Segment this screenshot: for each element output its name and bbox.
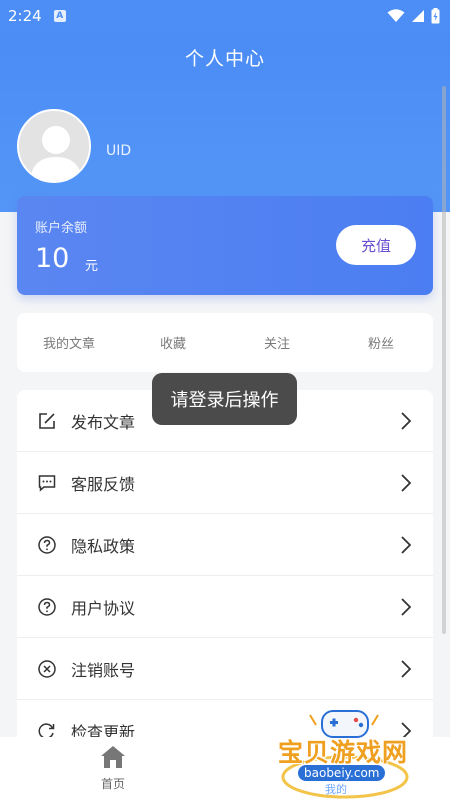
- stat-followers[interactable]: 粉丝: [329, 333, 433, 352]
- nav-home-label: 首页: [100, 777, 125, 791]
- chat-icon: [38, 474, 56, 492]
- battery-icon: [431, 8, 440, 24]
- menu-item-label: 注销账号: [71, 660, 136, 680]
- menu-item-delete-account[interactable]: 注销账号: [17, 638, 433, 700]
- stats-row: 我的文章 收藏 关注 粉丝: [17, 313, 433, 372]
- cellular-icon: [412, 10, 424, 22]
- scrollbar[interactable]: [442, 86, 446, 634]
- menu-item-feedback[interactable]: 客服反馈: [17, 452, 433, 514]
- page-title: 个人中心: [184, 48, 265, 70]
- balance-label: 账户余额: [35, 221, 88, 236]
- balance-unit: 元: [85, 259, 99, 274]
- watermark-title: 宝贝游戏网: [278, 738, 409, 767]
- stat-favorites[interactable]: 收藏: [121, 333, 225, 352]
- status-bar: 2:24 A: [0, 0, 450, 32]
- app-notification-icon: A: [53, 10, 66, 22]
- close-circle-icon: [38, 659, 56, 678]
- watermark-url: baobeiy.com: [298, 765, 386, 781]
- edit-icon: [38, 412, 56, 430]
- question-icon: [38, 597, 56, 616]
- menu-item-label: 用户协议: [71, 598, 136, 618]
- nav-home[interactable]: 首页: [90, 745, 136, 792]
- menu-item-label: 客服反馈: [71, 474, 136, 494]
- login-required-toast: 请登录后操作: [152, 373, 297, 425]
- recharge-button[interactable]: 充值: [336, 225, 416, 265]
- menu-list: 发布文章 客服反馈 隐私政策 用户协议 注销账号 检查更新: [17, 390, 433, 750]
- profile-header: 个人中心 UID: [0, 32, 450, 212]
- menu-item-user-agreement[interactable]: 用户协议: [17, 576, 433, 638]
- chevron-right-icon: [401, 598, 411, 616]
- menu-item-privacy-policy[interactable]: 隐私政策: [17, 514, 433, 576]
- question-icon: [38, 535, 56, 554]
- status-icons: [387, 8, 440, 24]
- uid-label: UID: [106, 143, 132, 159]
- menu-item-label: 发布文章: [71, 412, 136, 432]
- chevron-right-icon: [401, 412, 411, 430]
- menu-item-label: 隐私政策: [71, 536, 136, 556]
- status-time: 2:24: [8, 7, 42, 25]
- default-avatar-icon: [19, 111, 89, 181]
- chevron-right-icon: [401, 660, 411, 678]
- chevron-right-icon: [401, 474, 411, 492]
- chevron-right-icon: [401, 536, 411, 554]
- wifi-icon: [387, 9, 405, 22]
- nav-mine-label[interactable]: 我的: [325, 781, 347, 797]
- stat-following[interactable]: 关注: [225, 333, 329, 352]
- balance-card: 账户余额 10 元 充值: [17, 196, 433, 295]
- watermark-logo: 宝贝游戏网 baobeiy.com 我的: [270, 705, 420, 800]
- avatar[interactable]: [17, 109, 91, 183]
- stat-my-articles[interactable]: 我的文章: [17, 333, 121, 352]
- home-icon: [101, 746, 125, 768]
- balance-value: 10: [35, 243, 70, 274]
